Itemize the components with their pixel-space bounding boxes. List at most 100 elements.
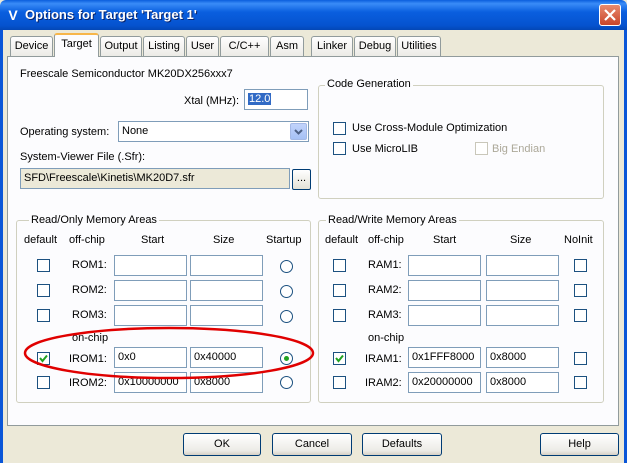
iram2-noinit-checkbox[interactable] — [574, 376, 587, 389]
rom2-start-input[interactable] — [114, 280, 187, 301]
ram1-label: RAM1: — [368, 259, 402, 271]
tab-label: Device — [14, 40, 49, 52]
iram2-start-input[interactable]: 0x20000000 — [408, 372, 481, 393]
rom-header-default: default — [24, 234, 58, 246]
close-button[interactable] — [599, 4, 621, 26]
ram3-label: RAM3: — [368, 309, 402, 321]
microlib-checkbox[interactable] — [333, 142, 346, 155]
ram2-size-input[interactable] — [486, 280, 559, 301]
rom3-size-input[interactable] — [190, 305, 263, 326]
big-endian-checkbox[interactable] — [475, 142, 488, 155]
tab-label: User — [190, 40, 215, 52]
iram1-start-input[interactable]: 0x1FFF8000 — [408, 347, 481, 368]
ram3-size-input[interactable] — [486, 305, 559, 326]
ram-areas-title: Read/Write Memory Areas — [326, 214, 459, 226]
defaults-button[interactable]: Defaults — [362, 433, 442, 456]
rom3-startup-radio[interactable] — [280, 310, 293, 323]
ram1-size-input[interactable] — [486, 255, 559, 276]
tab-device[interactable]: Device — [10, 36, 53, 56]
sfr-browse-button[interactable]: ... — [292, 169, 311, 190]
tab-label: Debug — [358, 40, 392, 52]
tab-label: Output — [104, 40, 138, 52]
rom2-default-checkbox[interactable] — [37, 284, 50, 297]
ram1-default-checkbox[interactable] — [333, 259, 346, 272]
tab-label: Target — [61, 38, 92, 50]
rom-header-start: Start — [141, 234, 165, 246]
ram1-noinit-checkbox[interactable] — [574, 259, 587, 272]
tab-c-cpp[interactable]: C/C++ — [220, 36, 269, 56]
rom1-start-input[interactable] — [114, 255, 187, 276]
ram-header-noinit: NoInit — [564, 234, 593, 246]
ram2-start-input[interactable] — [408, 280, 481, 301]
rom2-startup-radio[interactable] — [280, 285, 293, 298]
tab-linker[interactable]: Linker — [311, 36, 353, 56]
highlight-ellipse — [23, 326, 315, 380]
iram1-noinit-checkbox[interactable] — [574, 352, 587, 365]
ram-onchip-label: on-chip — [368, 332, 405, 344]
code-generation-title: Code Generation — [325, 78, 413, 90]
ram3-noinit-checkbox[interactable] — [574, 309, 587, 322]
iram2-label: IRAM2: — [365, 377, 402, 389]
rom-header-offchip: off-chip — [69, 234, 105, 246]
rom2-size-input[interactable] — [190, 280, 263, 301]
tab-label: Utilities — [401, 40, 437, 52]
iram2-default-checkbox[interactable] — [333, 376, 346, 389]
ram2-default-checkbox[interactable] — [333, 284, 346, 297]
tab-user[interactable]: User — [186, 36, 219, 56]
iram1-default-checkbox[interactable] — [333, 352, 346, 365]
big-endian-label: Big Endian — [492, 143, 546, 155]
rom3-start-input[interactable] — [114, 305, 187, 326]
window-border-left — [0, 30, 3, 463]
tab-debug[interactable]: Debug — [354, 36, 396, 56]
ram-header-offchip: off-chip — [368, 234, 404, 246]
rom2-label: ROM2: — [72, 284, 107, 296]
tab-output[interactable]: Output — [100, 36, 142, 56]
ram-header-default: default — [325, 234, 359, 246]
ram-header-start: Start — [433, 234, 457, 246]
rom1-size-input[interactable] — [190, 255, 263, 276]
rom-header-startup: Startup — [266, 234, 302, 246]
tab-label: Asm — [276, 40, 298, 52]
rom1-default-checkbox[interactable] — [37, 259, 50, 272]
iram1-label: IRAM1: — [365, 353, 402, 365]
device-name: Freescale Semiconductor MK20DX256xxx7 — [20, 68, 233, 80]
rom-header-size: Size — [213, 234, 235, 246]
ram2-noinit-checkbox[interactable] — [574, 284, 587, 297]
chevron-down-icon — [294, 129, 303, 135]
ram2-label: RAM2: — [368, 284, 402, 296]
tab-utilities[interactable]: Utilities — [397, 36, 441, 56]
os-label: Operating system: — [20, 126, 110, 138]
ok-button[interactable]: OK — [183, 433, 261, 456]
iram2-size-input[interactable]: 0x8000 — [486, 372, 559, 393]
sfr-path-field[interactable]: SFD\Freescale\Kinetis\MK20D7.sfr — [20, 168, 290, 189]
cancel-button[interactable]: Cancel — [272, 433, 352, 456]
window-title: Options for Target 'Target 1' — [25, 7, 197, 22]
xtal-value: 12.0 — [248, 93, 272, 105]
rom1-startup-radio[interactable] — [280, 260, 293, 273]
sfr-label: System-Viewer File (.Sfr): — [20, 151, 146, 163]
rom3-default-checkbox[interactable] — [37, 309, 50, 322]
tab-label: Linker — [317, 40, 347, 52]
cross-module-checkbox[interactable] — [333, 122, 346, 135]
os-value: None — [122, 125, 149, 137]
microlib-label: Use MicroLIB — [352, 143, 419, 155]
cross-module-label: Use Cross-Module Optimization — [352, 122, 508, 134]
check-icon — [335, 354, 344, 363]
os-select[interactable]: None — [118, 121, 309, 142]
xtal-label: Xtal (MHz): — [184, 95, 239, 107]
tab-listing[interactable]: Listing — [143, 36, 185, 56]
close-icon — [604, 9, 616, 21]
rom1-label: ROM1: — [72, 259, 107, 271]
xtal-input[interactable]: 12.0 — [244, 89, 308, 110]
os-dropdown-button[interactable] — [290, 123, 307, 140]
ram1-start-input[interactable] — [408, 255, 481, 276]
ram3-default-checkbox[interactable] — [333, 309, 346, 322]
ram3-start-input[interactable] — [408, 305, 481, 326]
tab-asm[interactable]: Asm — [270, 36, 304, 56]
tab-target[interactable]: Target — [54, 33, 99, 57]
help-button[interactable]: Help — [540, 433, 619, 456]
iram1-size-input[interactable]: 0x8000 — [486, 347, 559, 368]
tab-label: C/C++ — [228, 40, 261, 52]
tab-label: Listing — [148, 40, 180, 52]
ram-header-size: Size — [510, 234, 532, 246]
